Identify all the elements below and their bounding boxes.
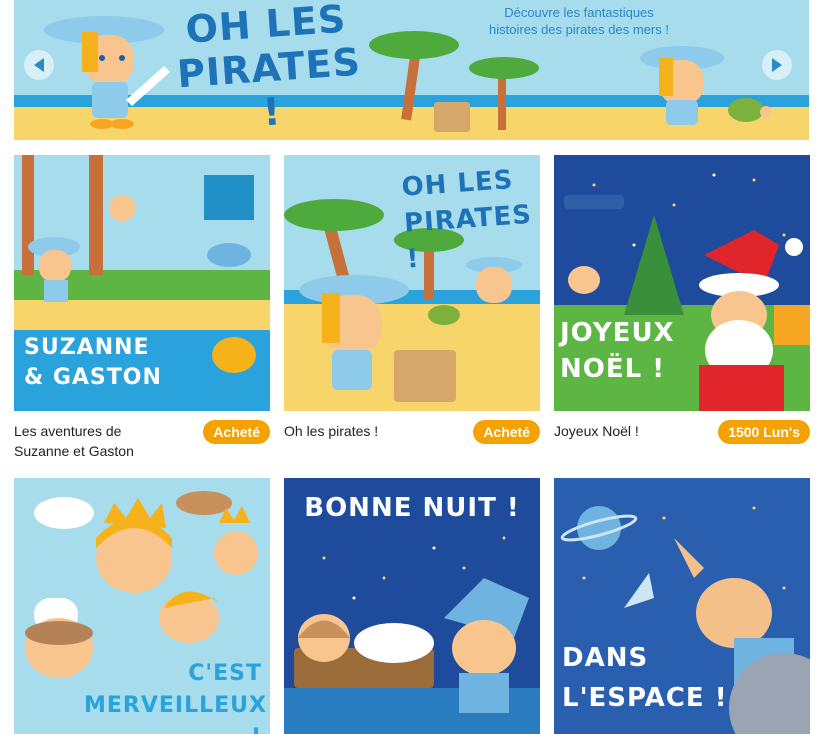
- cover-title: BONNE NUIT !: [304, 493, 520, 523]
- book-caption: Oh les pirates !: [284, 423, 379, 439]
- cover-title: JOYEUX NOËL !: [560, 318, 675, 384]
- chevron-right-icon: [772, 58, 782, 72]
- cover-title: OH LES PIRATES !: [400, 165, 533, 275]
- book-caption: Joyeux Noël !: [554, 423, 639, 439]
- cover-title: DANS L'ESPACE !: [562, 643, 728, 713]
- hero-banner[interactable]: OH LES PIRATES ! Découvre les fantastiqu…: [14, 0, 809, 140]
- banner-prev-button[interactable]: [24, 50, 54, 80]
- cover-title: SUZANNE & GASTON: [24, 335, 162, 390]
- book-cover-bonne-nuit[interactable]: BONNE NUIT !: [284, 478, 540, 734]
- book-cover-cest-merveilleux[interactable]: C'EST MERVEILLEUX !: [14, 478, 270, 734]
- chevron-left-icon: [34, 58, 44, 72]
- book-cover-joyeux-noel[interactable]: JOYEUX NOËL !: [554, 155, 810, 411]
- banner-next-button[interactable]: [762, 50, 792, 80]
- book-cover-dans-lespace[interactable]: DANS L'ESPACE !: [554, 478, 810, 734]
- purchased-badge[interactable]: Acheté: [203, 420, 270, 444]
- price-badge[interactable]: 1500 Lun's: [718, 420, 810, 444]
- banner-title: OH LES PIRATES !: [175, 0, 363, 135]
- book-caption: Les aventures de Suzanne et Gaston: [14, 423, 134, 459]
- banner-subtitle: Découvre les fantastiques histoires des …: [489, 5, 669, 37]
- cover-title: C'EST MERVEILLEUX !: [84, 661, 267, 734]
- book-cover-suzanne-gaston[interactable]: SUZANNE & GASTON: [14, 155, 270, 411]
- book-cover-oh-les-pirates[interactable]: OH LES PIRATES !: [284, 155, 540, 411]
- purchased-badge[interactable]: Acheté: [473, 420, 540, 444]
